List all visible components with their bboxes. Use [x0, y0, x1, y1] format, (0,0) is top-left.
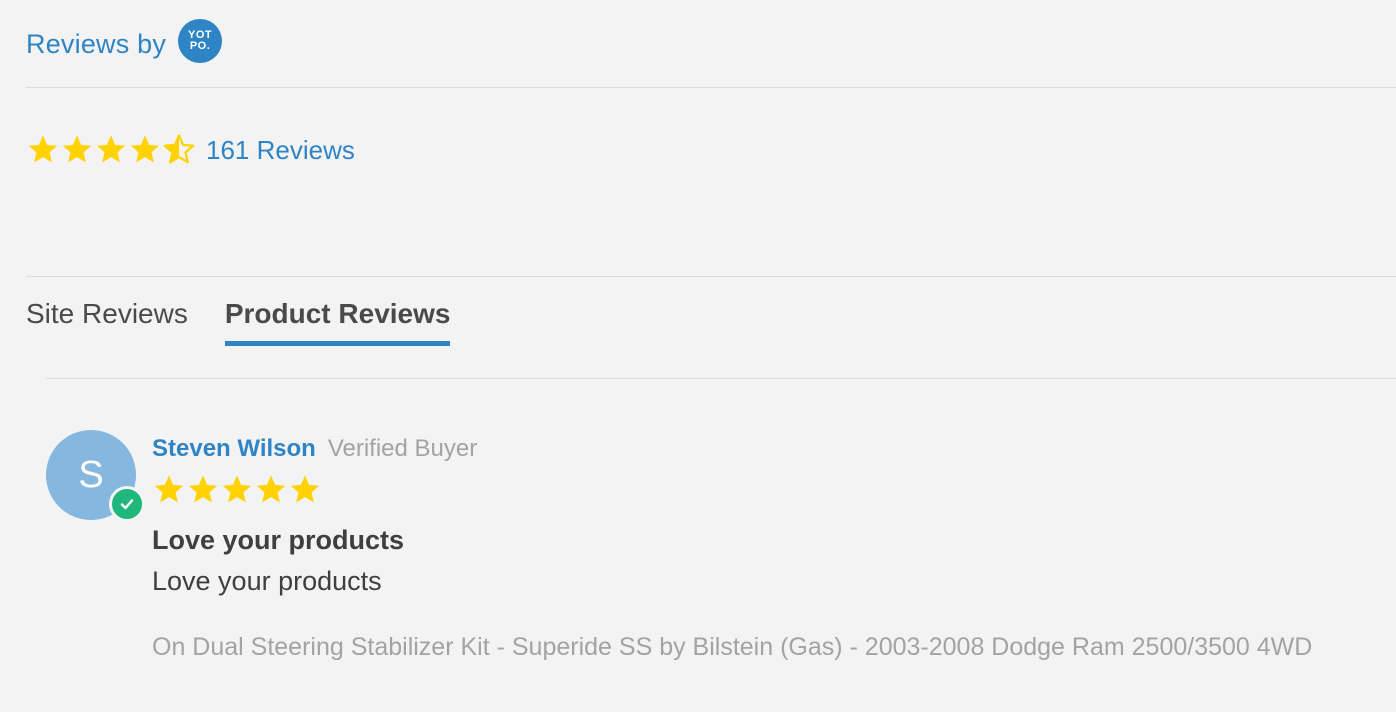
star-icon — [222, 475, 252, 503]
yotpo-logo[interactable]: YOT PO. — [178, 19, 223, 63]
star-icon — [290, 475, 320, 503]
star-icon — [154, 475, 184, 503]
reviews-by-label: Reviews by — [26, 28, 167, 59]
review-body: Steven Wilson Verified Buyer Love your p… — [152, 435, 1392, 662]
review-star-rating — [152, 473, 1392, 507]
review-tabs: Site Reviews Product Reviews — [26, 298, 487, 346]
widget-header: Reviews by YOT PO. — [26, 18, 223, 70]
divider — [46, 378, 1396, 379]
star-icon — [188, 475, 218, 503]
review-product[interactable]: On Dual Steering Stabilizer Kit - Superi… — [152, 633, 1392, 662]
reviews-widget: Reviews by YOT PO. 161 Reviews Site Revi… — [0, 0, 1396, 712]
half-star-icon — [163, 134, 195, 164]
star-icon — [256, 475, 286, 503]
buyer-status: Verified Buyer — [327, 435, 478, 462]
tab-site-reviews[interactable]: Site Reviews — [26, 298, 188, 346]
verified-badge — [109, 486, 145, 522]
total-reviews-link[interactable]: 161 Reviews — [206, 135, 355, 166]
rating-summary: 161 Reviews — [26, 133, 355, 167]
star-icon — [130, 135, 160, 163]
summary-star-rating[interactable] — [26, 133, 196, 167]
tab-product-reviews[interactable]: Product Reviews — [224, 298, 451, 346]
avatar-initial: S — [78, 453, 104, 496]
author-line: Steven Wilson Verified Buyer — [152, 435, 1392, 463]
divider — [26, 276, 1396, 277]
review-content: Love your products — [152, 566, 382, 596]
logo-text-line2: PO. — [189, 40, 211, 52]
divider — [26, 87, 1396, 88]
author-name[interactable]: Steven Wilson — [152, 435, 316, 463]
star-icon — [96, 135, 126, 163]
star-icon — [28, 135, 58, 163]
star-icon — [62, 135, 92, 163]
check-icon — [120, 499, 134, 510]
review-title: Love your products — [152, 525, 405, 555]
